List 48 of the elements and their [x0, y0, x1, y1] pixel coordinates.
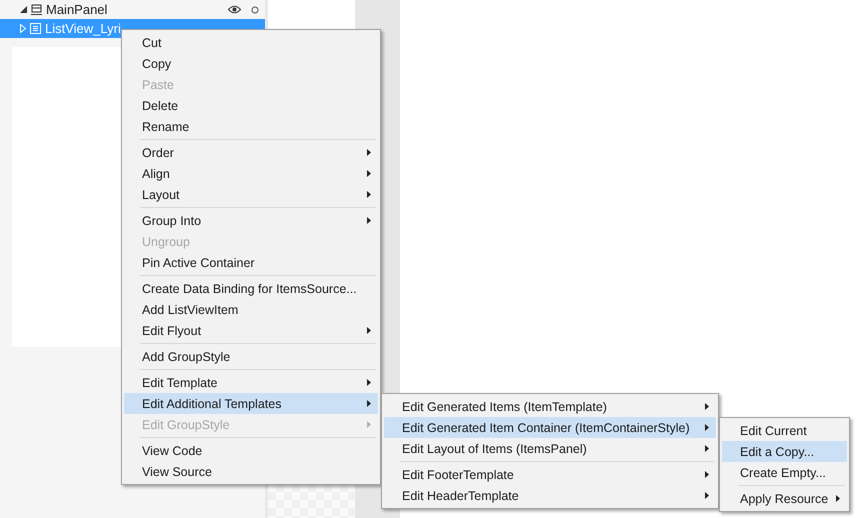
menu-item[interactable]: Edit HeaderTemplate: [384, 485, 716, 506]
list-icon: [30, 23, 41, 34]
menu-item[interactable]: Apply Resource: [722, 488, 848, 509]
tree-row[interactable]: MainPanel: [0, 0, 265, 19]
menu-item[interactable]: Align: [124, 163, 378, 184]
menu-item[interactable]: Edit Generated Items (ItemTemplate): [384, 396, 716, 417]
submenu-arrow-icon: [367, 217, 371, 224]
submenu-arrow-icon: [705, 492, 709, 499]
menu-item[interactable]: Create Data Binding for ItemsSource...: [124, 278, 378, 299]
menu-item[interactable]: Rename: [124, 116, 378, 137]
menu-item[interactable]: Group Into: [124, 210, 378, 231]
lock-toggle-icon[interactable]: [251, 6, 259, 14]
tree-label: MainPanel: [46, 2, 108, 17]
submenu-arrow-icon: [367, 191, 371, 198]
menu-item[interactable]: Edit Generated Item Container (ItemContainerStyle): [384, 417, 716, 438]
menu-item[interactable]: Create Empty...: [722, 462, 848, 483]
panel-icon: [31, 4, 42, 15]
submenu-arrow-icon: [367, 421, 371, 428]
submenu-arrow-icon: [705, 471, 709, 478]
submenu-arrow-icon: [367, 327, 371, 334]
menu-item[interactable]: View Code: [124, 440, 378, 461]
menu-item[interactable]: Edit FooterTemplate: [384, 464, 716, 485]
menu-item[interactable]: Pin Active Container: [124, 252, 378, 273]
submenu-arrow-icon: [367, 400, 371, 407]
submenu-arrow-icon: [705, 445, 709, 452]
collapsed-arrow-icon[interactable]: [20, 24, 26, 33]
menu-item[interactable]: Layout: [124, 184, 378, 205]
menu-item[interactable]: Add GroupStyle: [124, 346, 378, 367]
menu-item[interactable]: Edit Template: [124, 372, 378, 393]
menu-item[interactable]: Copy: [124, 53, 378, 74]
submenu-arrow-icon: [836, 495, 840, 502]
submenu-arrow-icon: [705, 403, 709, 410]
submenu-arrow-icon: [367, 379, 371, 386]
menu-item[interactable]: Edit Flyout: [124, 320, 378, 341]
submenu-arrow-icon: [367, 170, 371, 177]
expanded-arrow-icon[interactable]: [20, 6, 27, 13]
menu-item[interactable]: Edit Layout of Items (ItemsPanel): [384, 438, 716, 459]
eye-icon[interactable]: [228, 5, 241, 14]
submenu-arrow-icon: [367, 149, 371, 156]
menu-item[interactable]: Delete: [124, 95, 378, 116]
submenu-arrow-icon: [705, 424, 709, 431]
menu-item[interactable]: Edit Current: [722, 420, 848, 441]
menu-item[interactable]: Edit a Copy...: [722, 441, 848, 462]
menu-item[interactable]: View Source: [124, 461, 378, 482]
menu-item[interactable]: Edit Additional Templates: [124, 393, 378, 414]
menu-item[interactable]: Order: [124, 142, 378, 163]
menu-item[interactable]: Add ListViewItem: [124, 299, 378, 320]
tree-label: ListView_Lyri: [45, 21, 121, 36]
